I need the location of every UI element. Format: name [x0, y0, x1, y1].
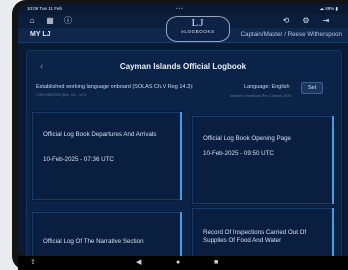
status-indicators: ☁ 89% ▮: [319, 6, 338, 11]
logo-subtitle: eLOGBOOKS: [181, 29, 215, 34]
status-bar: 10:06 Tue 11 Feb ••• ☁ 89% ▮: [18, 4, 348, 14]
set-language-button[interactable]: Set: [301, 82, 323, 94]
card-title: Official Log Book Opening Page: [203, 135, 291, 142]
sync-icon[interactable]: ⟲: [280, 14, 292, 28]
logbook-card[interactable]: Record Of Inspections Carried Out Of Sup…: [192, 208, 334, 256]
page-title: Cayman Islands Official Logbook: [119, 62, 247, 71]
home-icon[interactable]: ⌂: [26, 14, 38, 28]
recents-square-icon[interactable]: ■: [214, 256, 218, 270]
info-icon[interactable]: ⓘ: [62, 14, 74, 28]
home-dot-icon[interactable]: ●: [176, 256, 180, 270]
language-label: Established working language onboard (SO…: [36, 84, 194, 90]
logbook-card[interactable]: Official Log Of The Narrative Section: [32, 212, 182, 256]
card-title: Record Of Inspections Carried Out Of Sup…: [203, 229, 307, 244]
card-title: Official Log Book Departures And Arrival…: [43, 131, 157, 138]
card-date: 10-Feb-2025 - 07:36 UTC: [43, 156, 114, 163]
my-lj-link[interactable]: MY LJ: [30, 28, 51, 42]
card-title: Official Log Of The Narrative Section: [43, 238, 144, 245]
user-role[interactable]: Captain/Master / Reese Witherspoon: [241, 28, 342, 42]
grid-icon[interactable]: ▦: [44, 14, 56, 28]
status-time: 10:06 Tue 11 Feb: [27, 6, 62, 11]
handbook-note: Master's Handbook Rev 3 March 2020: [230, 94, 292, 98]
card-date: 10-Feb-2025 - 09:50 UTC: [203, 150, 274, 157]
logo-mark: LJ: [191, 17, 205, 29]
card-accent-edge: [332, 116, 334, 204]
gear-icon[interactable]: ⚙: [300, 14, 312, 28]
card-accent-edge: [332, 208, 334, 256]
card-accent-edge: [180, 212, 182, 256]
logbook-card[interactable]: Official Log Book Departures And Arrival…: [32, 112, 182, 200]
share-icon[interactable]: ⇪: [30, 256, 36, 270]
logout-icon[interactable]: ⇥: [320, 14, 332, 28]
app-screen: 10:06 Tue 11 Feb ••• ☁ 89% ▮ ⌂ ▦ ⓘ ⟲ ⚙ ⇥…: [18, 4, 348, 256]
language-note: CISH 080/2025 (Rev. 01) - v3.0: [36, 93, 87, 97]
lj-logo[interactable]: LJ eLOGBOOKS: [166, 16, 230, 42]
language-value: Language: English: [244, 84, 290, 90]
card-accent-edge: [180, 112, 182, 200]
logbook-card[interactable]: Official Log Book Opening Page 10-Feb-20…: [192, 116, 334, 204]
system-navigation-bar: ⇪ ◀ ● ■: [18, 256, 348, 270]
status-dots: •••: [176, 6, 184, 11]
back-triangle-icon[interactable]: ◀: [136, 256, 141, 270]
